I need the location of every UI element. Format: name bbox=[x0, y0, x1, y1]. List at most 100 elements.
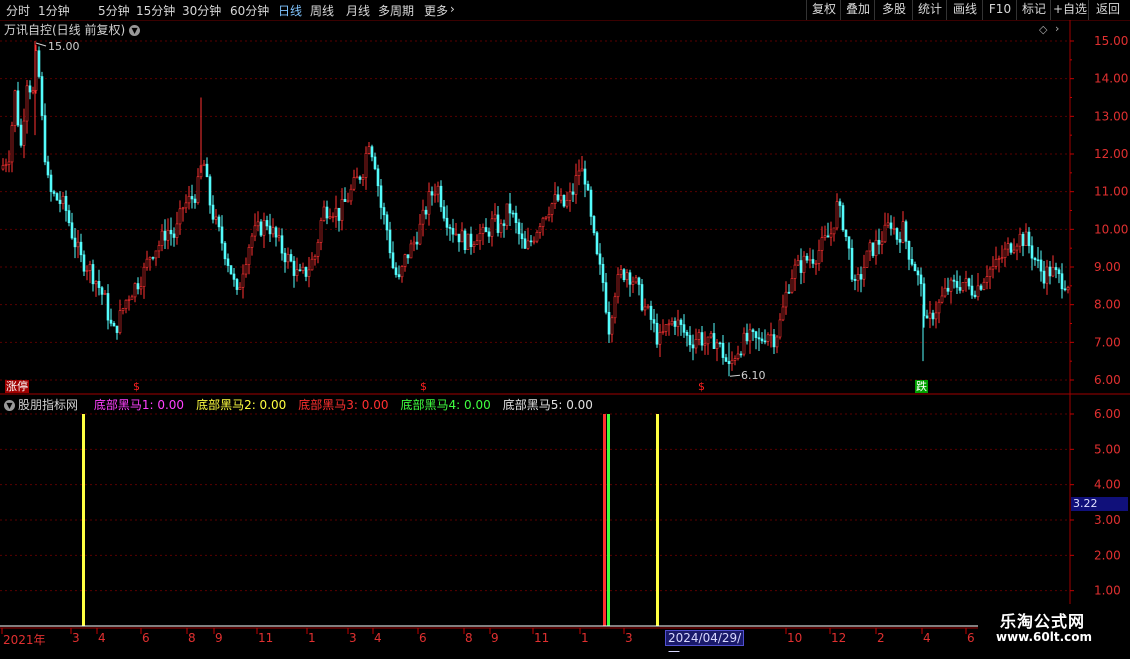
candle-body bbox=[4, 164, 8, 166]
candle-body bbox=[832, 227, 836, 235]
candle-body bbox=[154, 250, 158, 259]
candle-body bbox=[598, 253, 602, 265]
candle-body bbox=[793, 264, 797, 279]
watermark: 乐淘公式网 www.60lt.com bbox=[978, 604, 1130, 650]
candle-body bbox=[802, 255, 806, 273]
candle-body bbox=[52, 191, 56, 194]
candle-body bbox=[523, 238, 527, 249]
candle-body bbox=[790, 278, 794, 293]
candle-body bbox=[94, 280, 98, 285]
candle-body bbox=[595, 232, 599, 255]
candle-body bbox=[400, 266, 404, 278]
candle-body bbox=[670, 320, 674, 325]
candle-body bbox=[16, 90, 20, 126]
candle-body bbox=[718, 342, 722, 345]
candle-body bbox=[775, 336, 779, 348]
candle-body bbox=[529, 240, 533, 243]
candle-body bbox=[634, 277, 638, 283]
high-label: 15.00 bbox=[48, 40, 80, 53]
candle-body bbox=[487, 231, 491, 237]
candle-body bbox=[355, 176, 359, 179]
candle-body bbox=[733, 358, 737, 361]
date-label: 9 bbox=[215, 631, 223, 645]
y-tick-label: 8.00 bbox=[1094, 298, 1121, 312]
candle-body bbox=[1033, 257, 1037, 261]
candle-body bbox=[1060, 273, 1064, 290]
date-label: 8 bbox=[465, 631, 473, 645]
candle-body bbox=[58, 199, 62, 204]
date-label: 10 bbox=[787, 631, 803, 645]
candle-body bbox=[121, 308, 125, 311]
candle-body bbox=[229, 265, 233, 275]
candle-body bbox=[241, 273, 245, 288]
indicator-bar bbox=[607, 414, 610, 626]
candle-body bbox=[223, 242, 227, 260]
candle-body bbox=[463, 230, 467, 251]
date-label: 4 bbox=[98, 631, 106, 645]
candle-body bbox=[331, 216, 335, 218]
candle-body bbox=[589, 189, 593, 217]
candle-body bbox=[877, 239, 881, 245]
candle-body bbox=[259, 221, 263, 236]
price-chart[interactable]: 15.0014.0013.0012.0011.0010.009.008.007.… bbox=[0, 0, 1130, 650]
candle-body bbox=[310, 258, 314, 271]
candle-body bbox=[619, 269, 623, 275]
candle-body bbox=[127, 299, 131, 301]
candle-body bbox=[697, 332, 701, 340]
date-label: 4 bbox=[374, 631, 382, 645]
candle-body bbox=[55, 193, 59, 201]
candle-body bbox=[814, 263, 818, 265]
candle-body bbox=[31, 90, 35, 93]
candle-body bbox=[943, 287, 947, 297]
candle-body bbox=[682, 324, 686, 333]
candle-body bbox=[28, 85, 32, 93]
candle-body bbox=[403, 254, 407, 267]
candle-body bbox=[304, 266, 308, 277]
candle-body bbox=[766, 334, 770, 342]
date-label: 11 bbox=[534, 631, 550, 645]
candle-body bbox=[979, 285, 983, 290]
candle-body bbox=[592, 216, 596, 234]
date-label: 4 bbox=[923, 631, 931, 645]
date-label: 11 bbox=[258, 631, 274, 645]
candle-body bbox=[784, 291, 788, 308]
candle-body bbox=[505, 203, 509, 226]
indicator-series-label: 底部黑马5: 0.00 bbox=[502, 398, 593, 412]
candle-body bbox=[205, 163, 209, 178]
candle-body bbox=[910, 259, 914, 265]
candle-body bbox=[517, 222, 521, 235]
indicator-bar bbox=[603, 414, 606, 626]
candle-body bbox=[346, 200, 350, 203]
candle-body bbox=[817, 250, 821, 264]
candle-body bbox=[526, 240, 530, 249]
candle-body bbox=[745, 332, 749, 342]
candle-body bbox=[226, 258, 230, 266]
date-label: 2 bbox=[877, 631, 885, 645]
candle-body bbox=[988, 268, 992, 277]
candle-body bbox=[79, 241, 83, 256]
candle-body bbox=[103, 293, 107, 295]
candle-body bbox=[820, 237, 824, 251]
indicator-y-label: 1.00 bbox=[1094, 584, 1121, 598]
candle-body bbox=[853, 278, 857, 281]
cursor-value-box: 3.22 bbox=[1071, 497, 1128, 511]
candle-body bbox=[7, 161, 11, 165]
candle-body bbox=[781, 306, 785, 321]
indicator-y-label: 2.00 bbox=[1094, 548, 1121, 562]
candle-body bbox=[604, 282, 608, 313]
candle-body bbox=[415, 241, 419, 245]
candle-body bbox=[10, 125, 14, 163]
candle-body bbox=[661, 331, 665, 333]
chevron-down-icon[interactable]: ▼ bbox=[4, 400, 15, 411]
indicator-title: ▼ 股朋指标网 底部黑马1: 0.00 底部黑马2: 0.00 底部黑马3: 0.00… bbox=[4, 396, 599, 413]
indicator-series-label: 底部黑马4: 0.00 bbox=[400, 398, 491, 412]
candle-body bbox=[757, 337, 761, 340]
candle-body bbox=[40, 76, 44, 116]
candle-body bbox=[607, 311, 611, 335]
candle-body bbox=[76, 241, 80, 248]
candle-body bbox=[214, 216, 218, 220]
candle-body bbox=[262, 220, 266, 236]
date-label: 6 bbox=[967, 631, 975, 645]
candle-body bbox=[292, 260, 296, 276]
candle-body bbox=[424, 209, 428, 215]
